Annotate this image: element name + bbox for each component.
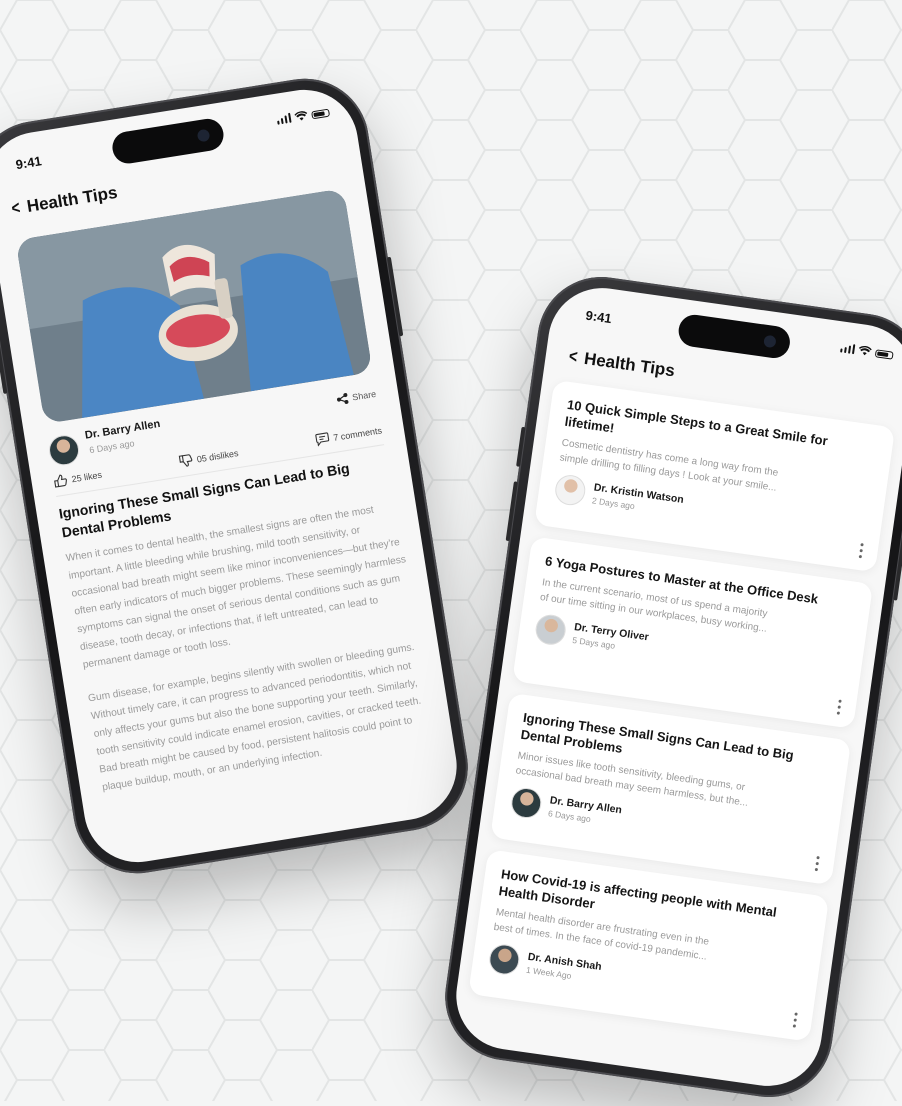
signal-icon bbox=[839, 342, 856, 355]
page-title: Health Tips bbox=[25, 182, 119, 216]
author-time: 6 Days ago bbox=[88, 438, 136, 456]
more-options-icon[interactable] bbox=[814, 855, 821, 872]
likes-count: 25 likes bbox=[70, 469, 103, 484]
dislikes-count: 05 dislikes bbox=[195, 447, 240, 465]
thumbs-up-icon bbox=[54, 474, 67, 488]
thumbs-down-icon bbox=[178, 454, 193, 467]
share-label: Share bbox=[351, 388, 377, 403]
page-title: Health Tips bbox=[583, 348, 677, 380]
battery-icon bbox=[311, 108, 331, 120]
back-chevron-icon[interactable]: < bbox=[568, 346, 579, 368]
avatar bbox=[553, 473, 588, 508]
more-options-icon[interactable] bbox=[836, 699, 843, 715]
back-chevron-icon[interactable]: < bbox=[10, 197, 22, 219]
author-name[interactable]: Dr. Barry Allen bbox=[84, 418, 161, 442]
wifi-icon bbox=[858, 346, 872, 356]
status-icons bbox=[276, 107, 331, 125]
nav-header: < Health Tips bbox=[566, 346, 676, 382]
avatar bbox=[533, 612, 568, 647]
comment-icon bbox=[315, 432, 330, 447]
list-item[interactable]: How Covid-19 is affecting people with Me… bbox=[468, 849, 830, 1042]
status-time: 9:41 bbox=[14, 153, 43, 173]
more-options-icon[interactable] bbox=[858, 543, 865, 559]
signal-icon bbox=[276, 112, 292, 125]
dental-model-illustration bbox=[15, 188, 373, 424]
wifi-icon bbox=[294, 111, 308, 121]
article-body: When it comes to dental health, the smal… bbox=[65, 497, 446, 814]
dynamic-island bbox=[676, 312, 792, 361]
battery-icon bbox=[874, 349, 894, 360]
share-icon bbox=[336, 393, 349, 404]
avatar bbox=[487, 942, 522, 977]
avatar bbox=[509, 786, 544, 820]
nav-header: < Health Tips bbox=[9, 182, 119, 220]
health-tips-list: 10 Quick Simple Steps to a Great Smile f… bbox=[467, 379, 896, 1054]
status-icons bbox=[839, 342, 894, 360]
more-options-icon[interactable] bbox=[792, 1012, 799, 1028]
dynamic-island bbox=[110, 116, 226, 166]
status-time: 9:41 bbox=[584, 307, 613, 327]
article-hero-image bbox=[15, 188, 373, 424]
avatar[interactable] bbox=[46, 433, 82, 468]
share-button[interactable]: Share bbox=[336, 388, 377, 406]
